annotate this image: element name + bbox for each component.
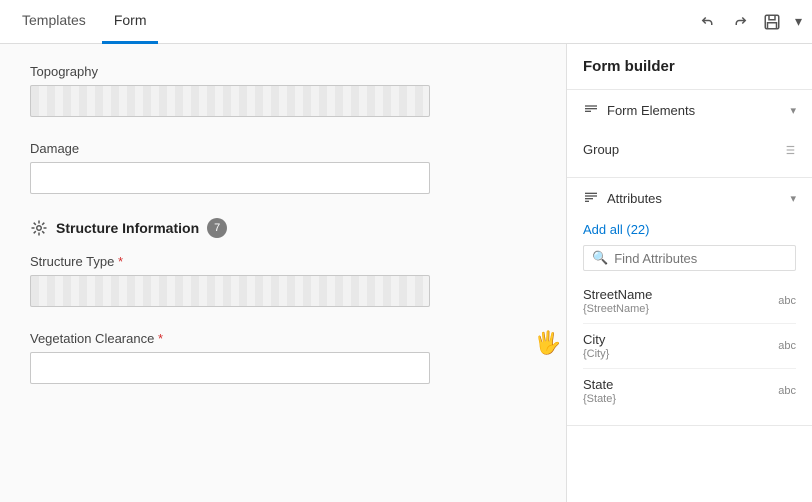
undo-button[interactable] [699, 13, 717, 31]
builder-panel: Form builder Form Elements ▾ Group [567, 44, 812, 502]
street-name-type: abc [778, 295, 796, 307]
city-type: abc [778, 340, 796, 352]
save-button[interactable] [763, 13, 781, 31]
state-label: State [583, 377, 616, 392]
vegetation-clearance-label: Vegetation Clearance * [30, 331, 536, 346]
section-icon [30, 219, 48, 237]
structure-type-field: Structure Type * [30, 254, 536, 307]
damage-input[interactable] [30, 162, 430, 194]
topography-field: Topography [30, 64, 536, 117]
form-elements-header[interactable]: Form Elements ▾ [567, 90, 812, 130]
structure-type-input[interactable] [30, 275, 430, 307]
topography-input[interactable] [30, 85, 430, 117]
attribute-city: City {City} abc [583, 324, 796, 369]
tab-templates[interactable]: Templates [10, 0, 98, 44]
state-key: {State} [583, 393, 616, 405]
attribute-street-name: StreetName {StreetName} abc [583, 279, 796, 324]
attribute-search-bar: 🔍 [583, 245, 796, 271]
topography-label: Topography [30, 64, 536, 79]
street-name-label: StreetName [583, 287, 652, 302]
attributes-header[interactable]: Attributes ▾ [567, 178, 812, 218]
add-all-link[interactable]: Add all (22) [583, 222, 796, 237]
vegetation-clearance-input[interactable] [30, 352, 430, 384]
group-item: Group [583, 134, 796, 165]
attributes-label: Attributes [607, 191, 782, 206]
attributes-section: Attributes ▾ Add all (22) 🔍 StreetName {… [567, 178, 812, 426]
structure-type-label: Structure Type * [30, 254, 536, 269]
structure-information-section: Structure Information 7 [30, 218, 536, 238]
form-elements-section: Form Elements ▾ Group [567, 90, 812, 178]
form-elements-icon [583, 102, 599, 118]
form-panel: Topography Damage Structure Information … [0, 44, 567, 502]
form-elements-content: Group [567, 130, 812, 177]
group-drag-icon [782, 143, 796, 157]
form-elements-chevron: ▾ [790, 104, 796, 117]
redo-button[interactable] [731, 13, 749, 31]
city-label: City [583, 332, 609, 347]
attributes-content: Add all (22) 🔍 StreetName {StreetName} a… [567, 218, 812, 425]
vegetation-clearance-field: Vegetation Clearance * [30, 331, 536, 384]
attributes-icon [583, 190, 599, 206]
form-elements-label: Form Elements [607, 103, 782, 118]
builder-title: Form builder [567, 44, 812, 90]
section-title: Structure Information [56, 220, 199, 236]
nav-dropdown-button[interactable]: ▾ [795, 13, 802, 30]
attribute-state: State {State} abc [583, 369, 796, 413]
tab-form[interactable]: Form [102, 0, 159, 44]
attributes-chevron: ▾ [790, 192, 796, 205]
top-nav: Templates Form ▾ [0, 0, 812, 44]
nav-icons: ▾ [699, 13, 802, 31]
damage-label: Damage [30, 141, 536, 156]
search-icon: 🔍 [592, 250, 608, 266]
street-name-key: {StreetName} [583, 303, 652, 315]
attribute-search-input[interactable] [614, 251, 787, 266]
main-content: Topography Damage Structure Information … [0, 44, 812, 502]
state-type: abc [778, 385, 796, 397]
group-label: Group [583, 142, 619, 157]
city-key: {City} [583, 348, 609, 360]
section-badge: 7 [207, 218, 227, 238]
damage-field: Damage [30, 141, 536, 194]
